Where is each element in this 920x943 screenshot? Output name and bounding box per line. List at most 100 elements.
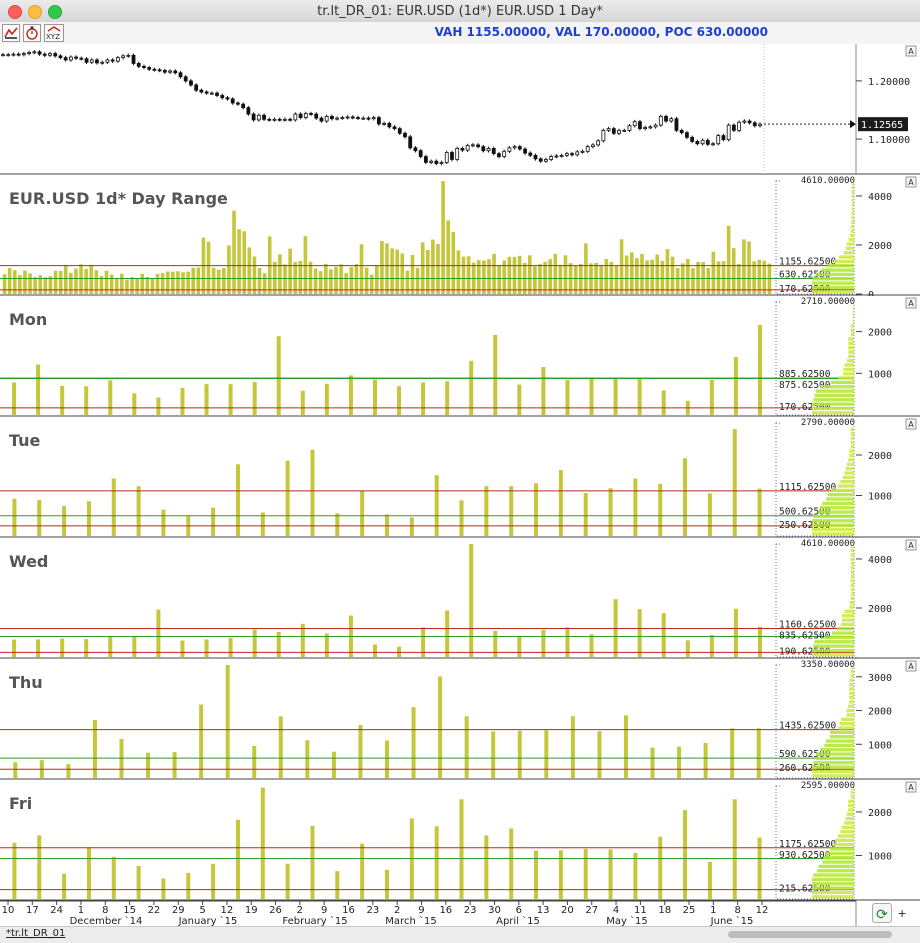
candle-body [303,113,308,118]
candle-body [283,118,287,121]
candle-body [606,128,611,131]
candle-body [575,151,580,156]
range-bar [558,850,563,899]
profile-row [851,203,854,207]
profile-row [851,185,854,190]
candle-body [716,135,721,145]
profile-row [850,233,854,237]
panel-autoscale-label: A [908,541,914,550]
profile-row [849,449,854,453]
range-bar [685,640,690,657]
candle-body [455,148,460,160]
candle-body [658,116,663,126]
profile-row [850,332,854,337]
range-bar [733,357,738,415]
profile-row [850,587,854,592]
profile-row [812,527,854,532]
candle-body [183,76,188,82]
range-bar [661,390,666,415]
x-day-label: 8 [734,905,740,916]
panel-title: Fri [9,794,32,813]
profile-row [838,726,854,730]
range-bar [227,245,231,294]
profile-row [826,497,854,501]
range-bar [136,486,141,536]
candle-body [324,116,329,122]
candle-body [747,120,752,124]
profile-row [850,553,854,557]
profile-row [838,376,854,380]
profile-row [822,501,854,506]
document-tab[interactable]: *tr.lt_DR_01 [6,928,65,939]
range-bar [252,745,257,778]
range-bar [308,261,313,294]
xyz-icon[interactable]: XYZ [44,24,64,42]
profile-row [849,682,854,687]
range-bar [469,360,474,415]
profile-row [847,359,854,363]
horizontal-scrollbar[interactable] [728,931,892,938]
range-bar [544,730,549,778]
profile-row [848,803,854,808]
candle-body [408,136,413,149]
range-bar [360,491,365,536]
refresh-button[interactable]: ⟳ [872,903,892,923]
range-bar [12,639,17,657]
profile-row [849,678,854,682]
candle-body [366,117,371,120]
candle-body [27,51,32,54]
candle-body [622,129,627,132]
profile-row [840,829,854,834]
candle-body [361,117,366,120]
candle-body [256,114,261,121]
profile-row [834,259,854,264]
candle-body [387,122,392,128]
profile-row [853,319,854,324]
candle-body [444,152,449,163]
profile-row [812,882,854,886]
x-day-label: 9 [321,905,327,916]
range-bar [62,506,67,536]
level-label-poc: 835.62500 [779,631,831,642]
level-label-upper: 1160.62500 [779,620,836,631]
profile-row [820,748,854,752]
range-bar [278,254,282,294]
profile-row [812,290,854,294]
x-day-label: 10 [2,905,15,916]
profile-row [850,570,854,574]
range-bar [696,261,700,294]
range-bar [242,231,247,294]
candle-body [528,152,533,156]
range-bar [716,261,721,294]
chart-area[interactable]: 1.125651.200001.10000AEUR.USD 1d* Day Ra… [0,44,920,926]
profile-row [848,350,854,354]
chart-toolbar: XYZ VAH 1155.00000, VAL 170.00000, POC 6… [0,22,920,44]
range-bar [711,251,716,294]
candle-body [596,140,601,146]
range-bar [507,256,512,294]
candle-body [277,118,282,121]
profile-row [844,471,854,475]
profile-row [851,190,854,194]
stopwatch-icon[interactable] [23,24,41,42]
y-tick-label: 1000 [868,851,892,862]
range-bar [12,382,17,415]
profile-row [845,246,854,251]
range-bar [517,384,522,415]
candle-body [157,69,162,72]
range-bar [109,274,114,294]
candle-body [643,127,648,130]
range-bar [247,247,252,294]
profile-row [850,224,854,229]
chart-settings-icon[interactable] [2,24,20,42]
range-bar [420,242,425,294]
range-bar [410,255,415,294]
y-tick-label: 2000 [868,451,892,462]
candle-body [669,118,674,122]
profile-row [832,843,854,847]
candle-body [397,128,402,134]
range-bar [400,253,405,294]
range-bar [583,848,588,899]
candle-body [335,117,340,120]
add-panel-button[interactable]: + [898,905,906,921]
